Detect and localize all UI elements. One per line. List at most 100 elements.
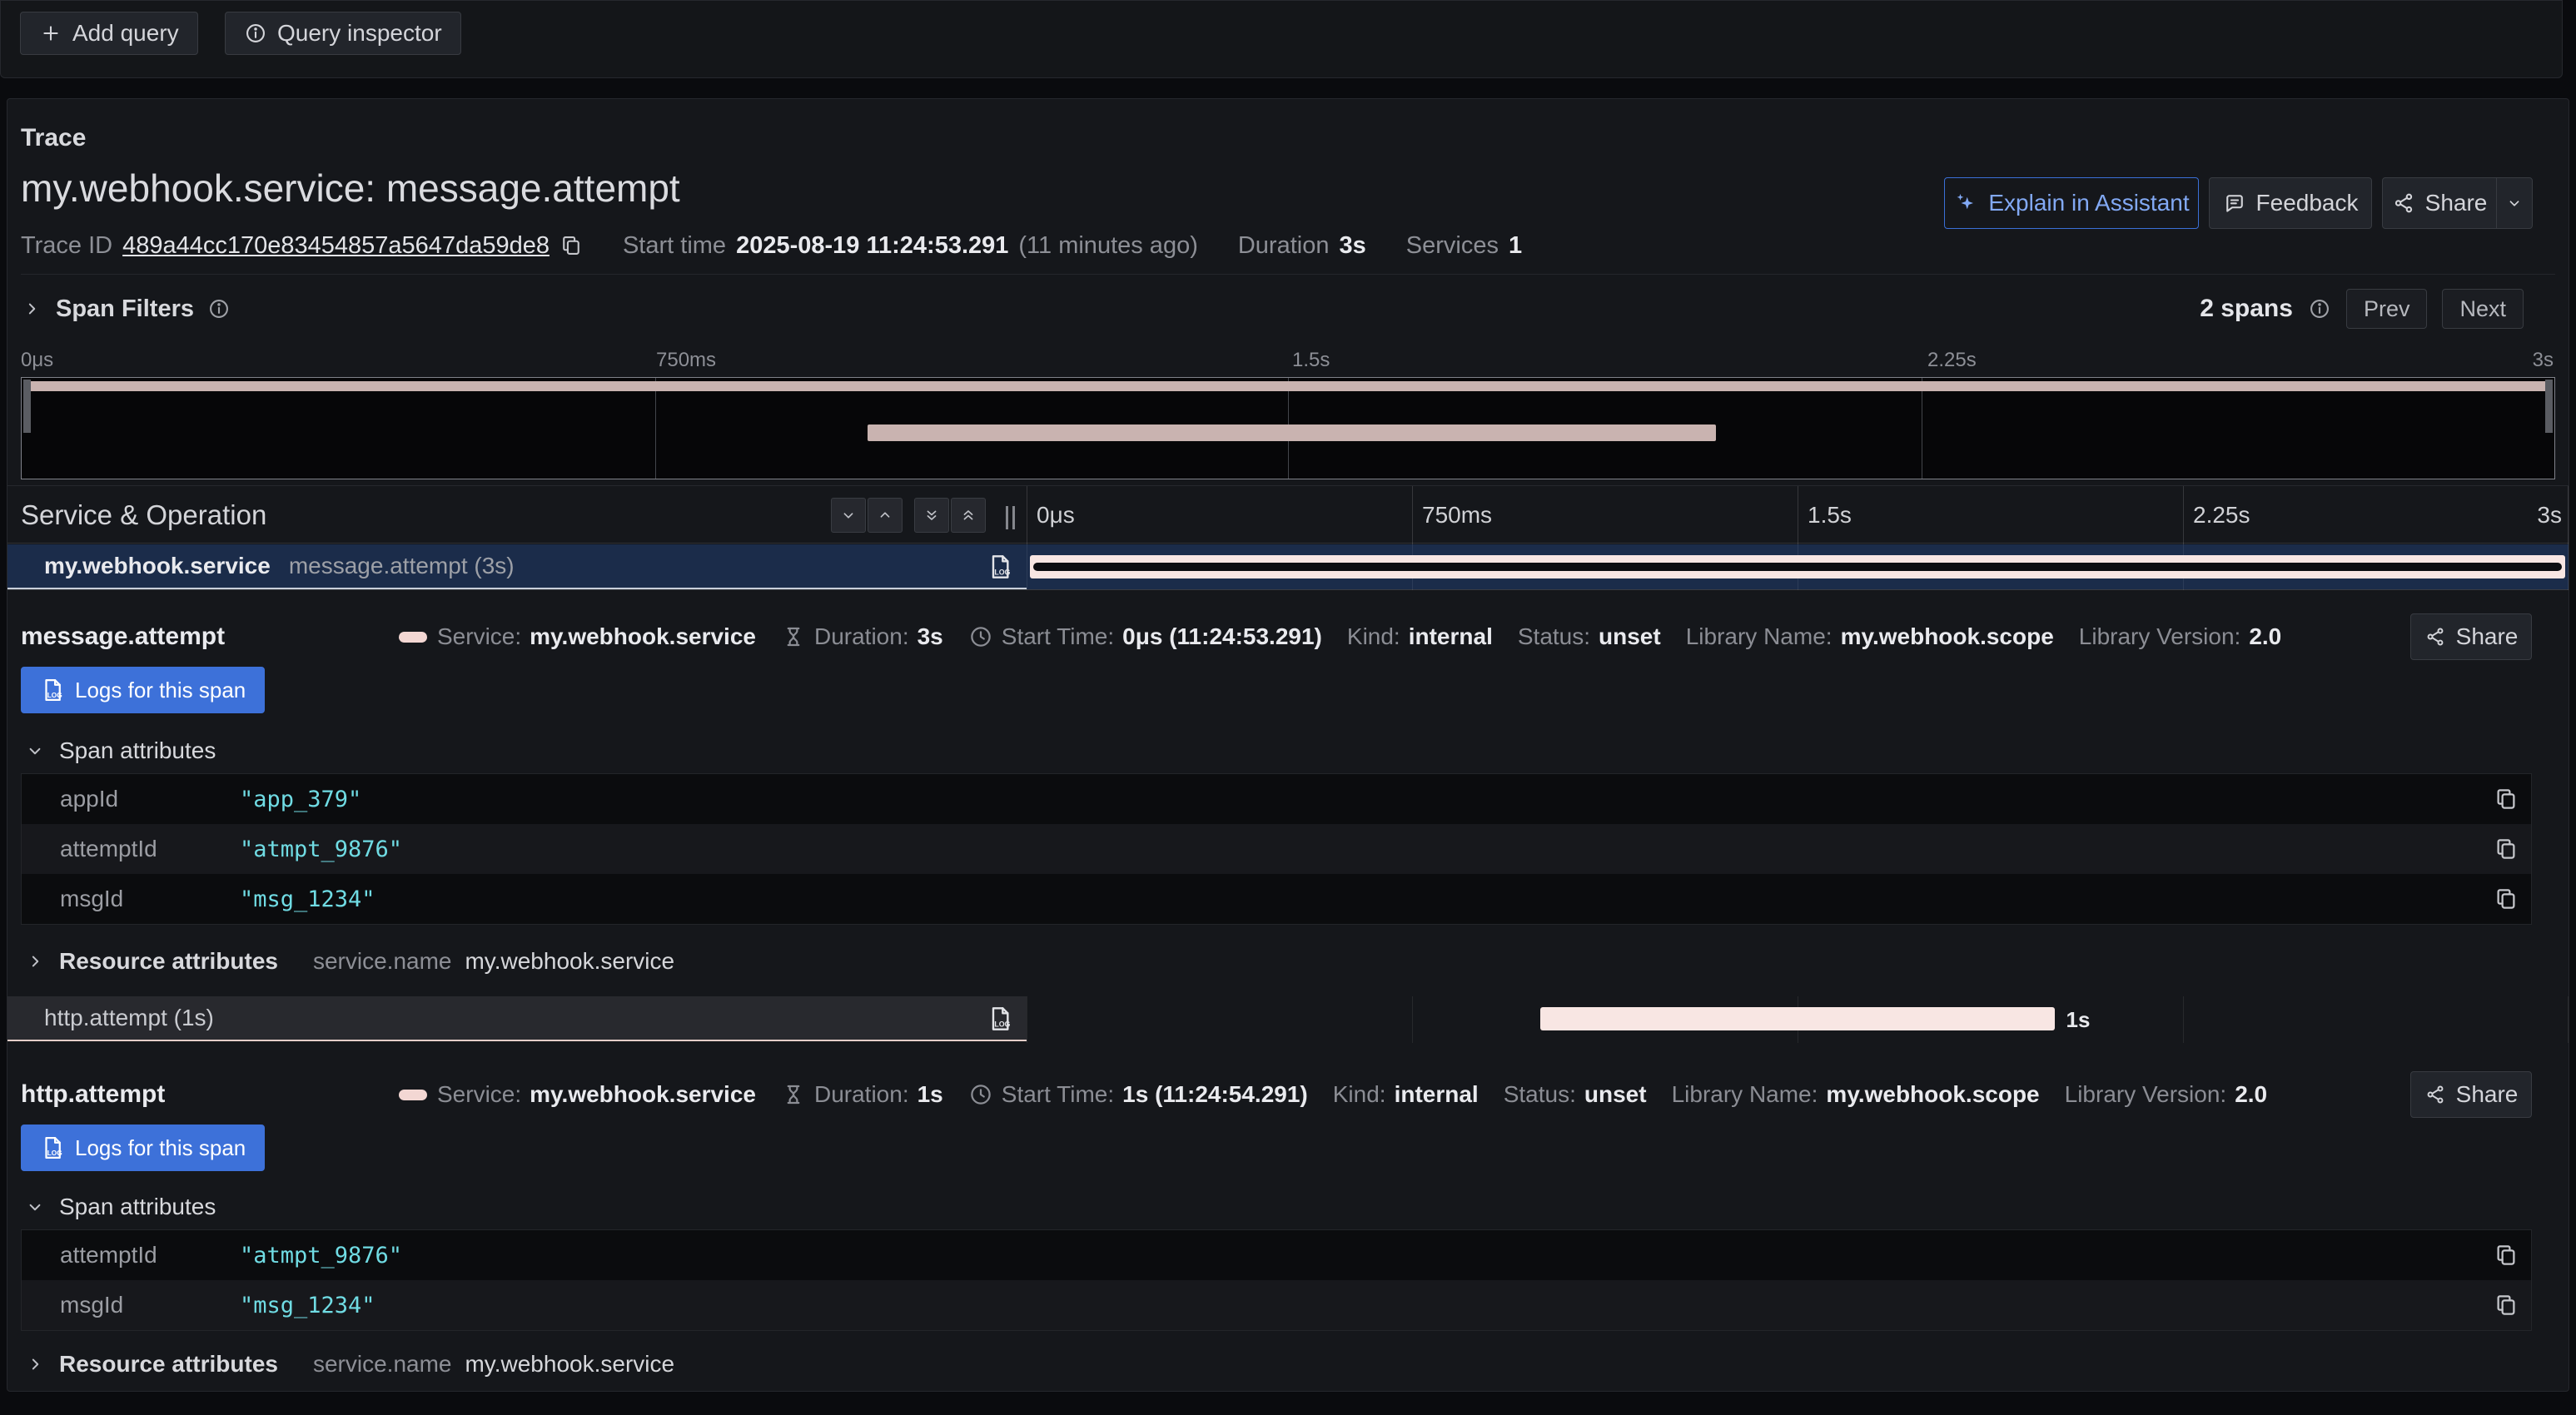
service-color-swatch xyxy=(399,632,427,643)
expand-all-button[interactable] xyxy=(951,498,986,533)
copy-icon[interactable] xyxy=(2481,1243,2531,1268)
chevron-down-icon xyxy=(2505,194,2524,212)
share-dropdown-button[interactable] xyxy=(2496,177,2533,229)
span-filters-label: Span Filters xyxy=(56,295,194,323)
feedback-label: Feedback xyxy=(2256,190,2359,216)
next-label: Next xyxy=(2459,296,2506,322)
minimap-tick: 0μs xyxy=(21,349,53,372)
kind-label: Kind: xyxy=(1347,623,1400,650)
ruler-tick: 2.25s xyxy=(2193,502,2250,529)
library-version-value: 2.0 xyxy=(2235,1081,2267,1108)
prev-span-button[interactable]: Prev xyxy=(2346,289,2428,329)
trace-id-label: Trace ID xyxy=(21,232,112,260)
duration-value: 3s xyxy=(1339,232,1365,260)
minimap-span-bar-full xyxy=(23,381,2553,391)
copy-icon[interactable] xyxy=(2481,1293,2531,1318)
span-attributes-label: Span attributes xyxy=(59,737,216,764)
log-icon: LOG xyxy=(40,1135,65,1160)
service-operation-header: Service & Operation xyxy=(21,486,266,544)
logs-for-span-button[interactable]: LOG Logs for this span xyxy=(21,1125,265,1171)
hourglass-icon xyxy=(781,624,806,649)
resource-attributes-header[interactable]: Resource attributes service.name my.webh… xyxy=(24,1349,674,1379)
span-attributes-header[interactable]: Span attributes xyxy=(24,737,216,765)
minimap-gridline xyxy=(655,378,656,479)
double-chevron-up-icon xyxy=(959,506,977,524)
copy-icon[interactable] xyxy=(559,234,583,257)
query-inspector-button[interactable]: Query inspector xyxy=(225,12,461,55)
prev-label: Prev xyxy=(2364,296,2410,322)
minimap-left-handle[interactable] xyxy=(23,380,31,433)
timeline-minimap[interactable] xyxy=(21,377,2555,479)
start-time-label: Start Time: xyxy=(1002,623,1114,650)
span-filters-header[interactable]: Span Filters xyxy=(21,284,231,334)
attribute-key: attemptId xyxy=(22,836,240,862)
column-resize-handle[interactable] xyxy=(1006,506,1022,529)
svg-text:LOG: LOG xyxy=(994,568,1010,577)
collapse-one-button[interactable] xyxy=(831,498,866,533)
copy-icon[interactable] xyxy=(2481,787,2531,812)
grafana-trace-view: Add query Query inspector Trace my.webho… xyxy=(0,0,2576,1415)
span-bar-http-attempt[interactable] xyxy=(1540,1007,2054,1030)
comment-icon xyxy=(2223,191,2246,215)
service-value: my.webhook.service xyxy=(530,1081,756,1108)
span-count: 2 spans xyxy=(2200,295,2293,323)
log-icon[interactable]: LOG xyxy=(982,549,1018,585)
attribute-value: "atmpt_9876" xyxy=(240,837,2481,862)
library-name-value: my.webhook.scope xyxy=(1841,623,2054,650)
duration-label: Duration: xyxy=(814,1081,909,1108)
expand-one-button[interactable] xyxy=(868,498,903,533)
add-query-button[interactable]: Add query xyxy=(20,12,198,55)
collapse-all-button[interactable] xyxy=(914,498,949,533)
info-circle-icon[interactable] xyxy=(2308,297,2331,320)
minimap-right-handle[interactable] xyxy=(2545,380,2553,433)
ruler-tick: 750ms xyxy=(1422,502,1492,529)
share-label: Share xyxy=(2456,1081,2519,1108)
svg-text:LOG: LOG xyxy=(47,692,62,699)
trace-meta-row: Trace ID 489a44cc170e83454857a5647da59de… xyxy=(21,231,1522,261)
copy-icon[interactable] xyxy=(2481,886,2531,911)
service-label: Service: xyxy=(437,1081,521,1108)
svg-text:LOG: LOG xyxy=(47,1149,62,1157)
span-row-name-cell: my.webhook.service message.attempt (3s) … xyxy=(7,544,1027,589)
trace-id-value[interactable]: 489a44cc170e83454857a5647da59de8 xyxy=(122,232,550,260)
share-button[interactable]: Share xyxy=(2382,177,2497,229)
share-icon xyxy=(2392,191,2415,215)
start-time-label: Start time xyxy=(623,232,726,260)
add-query-label: Add query xyxy=(72,20,179,47)
query-inspector-label: Query inspector xyxy=(277,20,442,47)
span-bar-message-attempt[interactable] xyxy=(1030,555,2565,578)
feedback-button[interactable]: Feedback xyxy=(2209,177,2372,229)
span-attributes-header[interactable]: Span attributes xyxy=(24,1193,216,1221)
start-time-label: Start Time: xyxy=(1002,1081,1114,1108)
resource-attributes-header[interactable]: Resource attributes service.name my.webh… xyxy=(24,946,674,976)
share-label: Share xyxy=(2425,190,2488,216)
start-time-value: 1s (11:24:54.291) xyxy=(1122,1081,1308,1108)
chevron-down-icon xyxy=(24,740,46,762)
span-detail-title: message.attempt xyxy=(21,612,225,662)
share-icon xyxy=(2424,1084,2446,1105)
log-icon[interactable]: LOG xyxy=(982,1000,1018,1037)
copy-icon[interactable] xyxy=(2481,837,2531,861)
attribute-value: "atmpt_9876" xyxy=(240,1243,2481,1269)
divider xyxy=(21,274,2555,275)
info-circle-icon xyxy=(244,22,267,45)
span-attributes-table: appId "app_379" attemptId "atmpt_9876" m… xyxy=(21,773,2532,925)
span-share-button[interactable]: Share xyxy=(2410,1071,2532,1118)
span-operation-name: message.attempt (3s) xyxy=(289,553,515,579)
panel-title: Trace xyxy=(21,124,86,152)
span-row-message-attempt[interactable]: my.webhook.service message.attempt (3s) … xyxy=(7,544,2569,590)
share-icon xyxy=(2424,626,2446,648)
library-name-label: Library Name: xyxy=(1672,1081,1818,1108)
explain-in-assistant-button[interactable]: Explain in Assistant xyxy=(1944,177,2199,229)
span-share-button[interactable]: Share xyxy=(2410,613,2532,660)
timeline-header: Service & Operation 0μs 750ms 1.5s 2.25s… xyxy=(7,485,2569,544)
sparkles-icon xyxy=(1953,191,1978,216)
span-row-http-attempt[interactable]: http.attempt (1s) LOG 1s xyxy=(7,996,2569,1043)
kind-value: internal xyxy=(1409,623,1493,650)
logs-for-span-label: Logs for this span xyxy=(75,1135,246,1161)
service-value: my.webhook.service xyxy=(530,623,756,650)
logs-for-span-button[interactable]: LOG Logs for this span xyxy=(21,667,265,713)
ruler-tick: 1.5s xyxy=(1808,502,1852,529)
next-span-button[interactable]: Next xyxy=(2442,289,2524,329)
info-circle-icon[interactable] xyxy=(207,297,231,320)
